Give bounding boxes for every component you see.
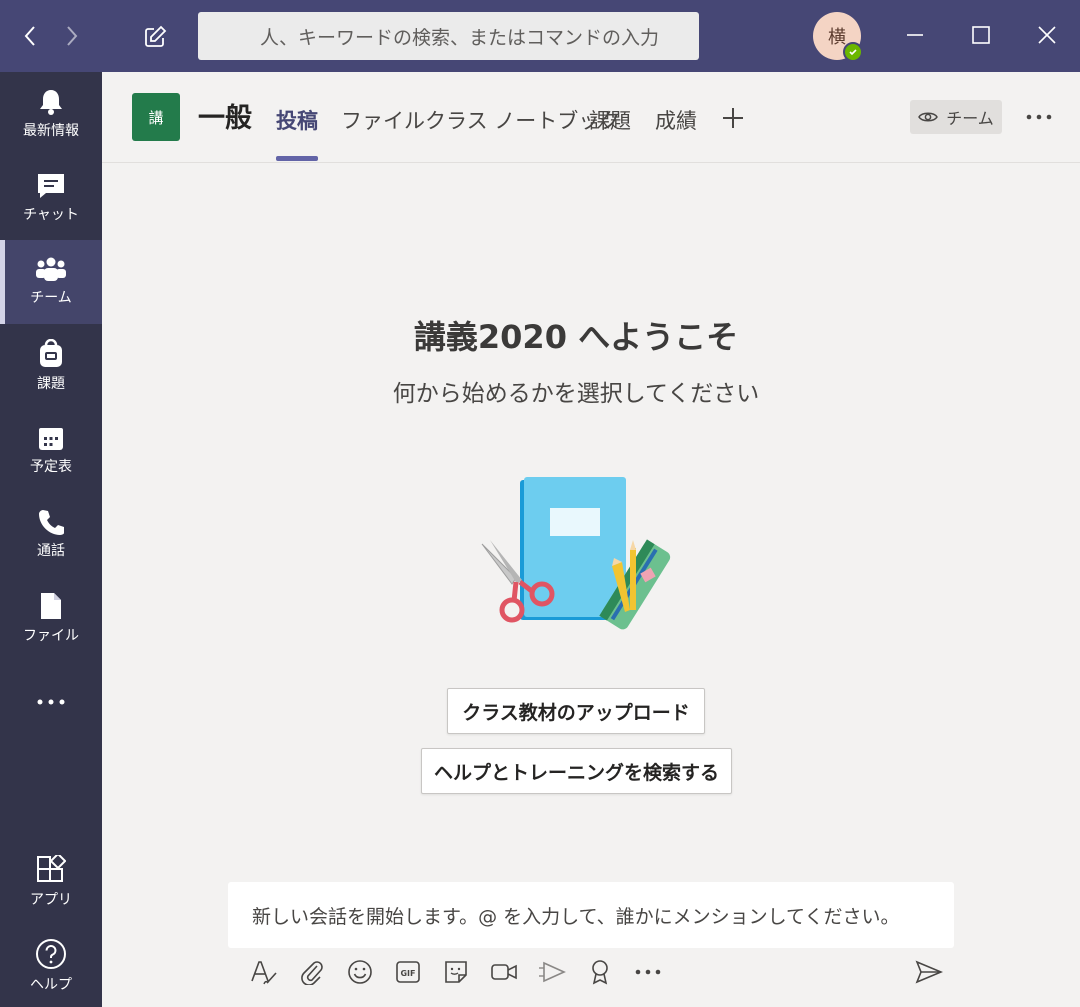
- rail-item-label: ファイル: [23, 628, 79, 644]
- emoji-icon: [348, 960, 372, 984]
- rail-item-label: 課題: [37, 376, 65, 392]
- minimize-icon: [907, 34, 923, 36]
- search-input[interactable]: 人、キーワードの検索、またはコマンドの入力: [198, 12, 699, 60]
- search-help-training-button[interactable]: ヘルプとトレーニングを検索する: [421, 748, 732, 794]
- more-icon: [37, 699, 65, 705]
- upload-class-materials-button[interactable]: クラス教材のアップロード: [447, 688, 705, 734]
- emoji-button[interactable]: [345, 957, 375, 987]
- channel-header: 講 一般 投稿 ファイル クラス ノートブック 課題 成績 チーム: [102, 72, 1080, 163]
- rail-item-calls[interactable]: 通話: [0, 492, 102, 576]
- minimize-button[interactable]: [898, 18, 932, 52]
- team-view-label: チーム: [946, 109, 994, 128]
- rail-item-apps[interactable]: アプリ: [0, 840, 102, 924]
- rail-more-button[interactable]: [0, 660, 102, 744]
- active-tab-indicator: [276, 156, 318, 161]
- rail-item-help[interactable]: ヘルプ: [0, 924, 102, 1007]
- rail-item-label: ヘルプ: [30, 977, 72, 993]
- rail-item-label: 通話: [37, 543, 65, 559]
- video-camera-icon: [491, 964, 517, 980]
- file-icon: [41, 593, 61, 619]
- rail-item-label: チーム: [30, 290, 72, 306]
- help-icon: [36, 939, 66, 969]
- close-button[interactable]: [1030, 18, 1064, 52]
- paperclip-icon: [301, 961, 323, 985]
- rail-item-teams[interactable]: チーム: [0, 240, 102, 324]
- class-supplies-illustration: [481, 477, 671, 630]
- apps-icon: [37, 855, 66, 882]
- sticker-button[interactable]: [441, 957, 471, 987]
- rail-item-label: 最新情報: [23, 123, 79, 139]
- rail-item-label: チャット: [23, 207, 79, 223]
- rail-item-calendar[interactable]: 予定表: [0, 408, 102, 492]
- gif-button[interactable]: GIF: [393, 957, 423, 987]
- teams-icon: [36, 257, 66, 281]
- rail-item-label: 予定表: [30, 459, 72, 475]
- compose-icon: [145, 25, 167, 47]
- chevron-left-icon: [24, 26, 35, 46]
- more-icon: [1026, 114, 1052, 120]
- title-bar: 人、キーワードの検索、またはコマンドの入力 横: [0, 0, 1080, 72]
- welcome-title: 講義2020 へようこそ: [413, 318, 739, 356]
- rail-item-chat[interactable]: チャット: [0, 156, 102, 240]
- plus-icon: [723, 108, 743, 128]
- gif-icon: GIF: [396, 961, 420, 983]
- award-icon: [592, 960, 608, 985]
- more-icon: [635, 969, 661, 975]
- more-compose-options-button[interactable]: [633, 957, 663, 987]
- rail-item-label: アプリ: [30, 892, 72, 908]
- send-button[interactable]: [914, 957, 944, 987]
- sticker-icon: [445, 961, 467, 983]
- new-conversation-input[interactable]: 新しい会話を開始します。@ を入力して、誰かにメンションしてください。: [228, 882, 954, 948]
- eye-icon: [918, 112, 939, 122]
- chevron-right-icon: [67, 26, 78, 46]
- praise-button[interactable]: [585, 957, 615, 987]
- maximize-icon: [972, 26, 990, 44]
- stream-button[interactable]: [537, 957, 567, 987]
- welcome-subtitle: 何から始めるかを選択してください: [392, 381, 760, 407]
- tab-grades[interactable]: 成績: [655, 105, 697, 135]
- attach-button[interactable]: [297, 957, 327, 987]
- tab-posts[interactable]: 投稿: [276, 105, 318, 135]
- add-tab-button[interactable]: [718, 100, 748, 136]
- stream-play-icon: [539, 961, 566, 983]
- rail-item-assignments[interactable]: 課題: [0, 324, 102, 408]
- format-icon: [251, 961, 277, 985]
- rail-item-files[interactable]: ファイル: [0, 576, 102, 660]
- app-rail: 最新情報 チャット チーム 課題 予定表 通話 ファイル アプリ ヘルプ: [0, 72, 102, 1007]
- more-options-button[interactable]: [1022, 102, 1056, 132]
- bell-icon: [40, 90, 62, 115]
- forward-button[interactable]: [56, 20, 88, 52]
- send-icon: [915, 960, 943, 984]
- new-chat-button[interactable]: [138, 20, 172, 54]
- team-view-button[interactable]: チーム: [910, 100, 1002, 134]
- format-button[interactable]: [249, 957, 279, 987]
- phone-icon: [39, 510, 64, 535]
- rail-item-activity[interactable]: 最新情報: [0, 72, 102, 156]
- tab-assignments[interactable]: 課題: [589, 105, 631, 135]
- chat-icon: [38, 174, 64, 198]
- back-button[interactable]: [14, 20, 46, 52]
- calendar-icon: [39, 428, 63, 450]
- team-avatar[interactable]: 講: [132, 93, 180, 141]
- maximize-button[interactable]: [964, 18, 998, 52]
- svg-text:GIF: GIF: [400, 969, 415, 978]
- tab-files[interactable]: ファイル: [341, 105, 425, 135]
- presence-available-icon: [843, 42, 863, 62]
- meet-now-button[interactable]: [489, 957, 519, 987]
- backpack-icon: [40, 339, 62, 367]
- close-icon: [1038, 26, 1056, 44]
- channel-name: 一般: [198, 103, 252, 134]
